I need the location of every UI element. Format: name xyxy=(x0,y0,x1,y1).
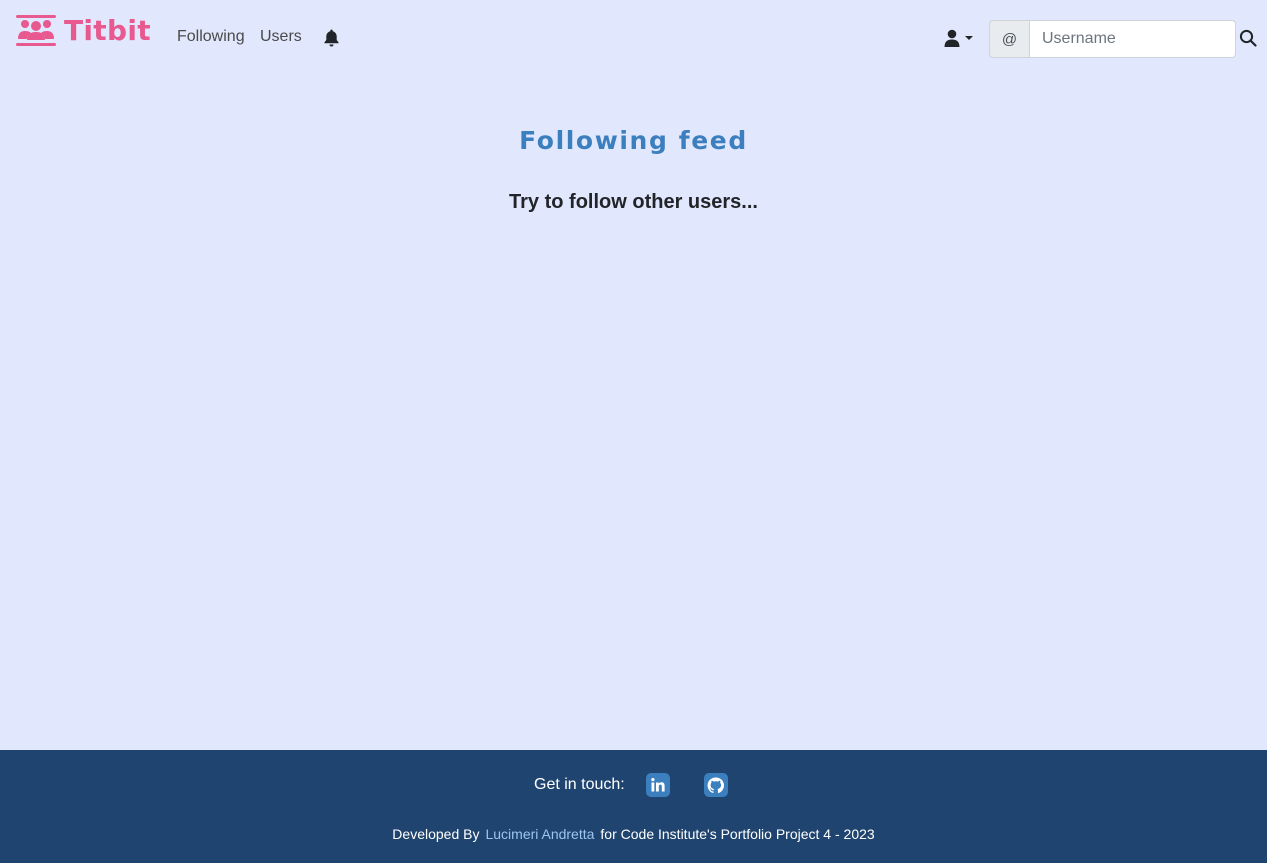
author-link[interactable]: Lucimeri Andretta xyxy=(485,826,594,842)
username-search-input[interactable] xyxy=(1029,20,1236,58)
github-icon xyxy=(707,777,725,793)
nav-following-link[interactable]: Following xyxy=(177,28,245,46)
navbar: Titbit Following Users @ xyxy=(0,0,1267,76)
user-icon xyxy=(944,29,960,47)
linkedin-link[interactable] xyxy=(645,773,670,797)
bell-icon[interactable] xyxy=(323,29,340,47)
brand-name: Titbit xyxy=(64,14,151,47)
nav-users-link[interactable]: Users xyxy=(260,28,302,46)
footer-credits: Developed By Lucimeri Andretta for Code In… xyxy=(0,826,1267,842)
brand-link[interactable]: Titbit xyxy=(16,14,151,47)
get-in-touch-label: Get in touch: xyxy=(534,776,625,793)
caret-down-icon xyxy=(965,36,973,40)
developed-by-label: Developed By xyxy=(392,826,480,842)
profile-dropdown[interactable] xyxy=(944,28,976,48)
linkedin-icon xyxy=(651,778,665,792)
user-search-form: @ xyxy=(989,20,1236,58)
page-title: Following feed xyxy=(519,126,748,155)
users-group-icon xyxy=(16,14,56,46)
contact-row: Get in touch: xyxy=(534,772,728,798)
search-icon[interactable] xyxy=(1239,29,1257,47)
github-link[interactable] xyxy=(703,773,728,797)
empty-feed-message: Try to follow other users... xyxy=(509,191,758,213)
footer: Get in touch: Developed By Lucimeri Andre… xyxy=(0,750,1267,863)
at-prefix: @ xyxy=(989,20,1029,58)
credit-suffix: for Code Institute's Portfolio Project 4… xyxy=(600,826,875,842)
